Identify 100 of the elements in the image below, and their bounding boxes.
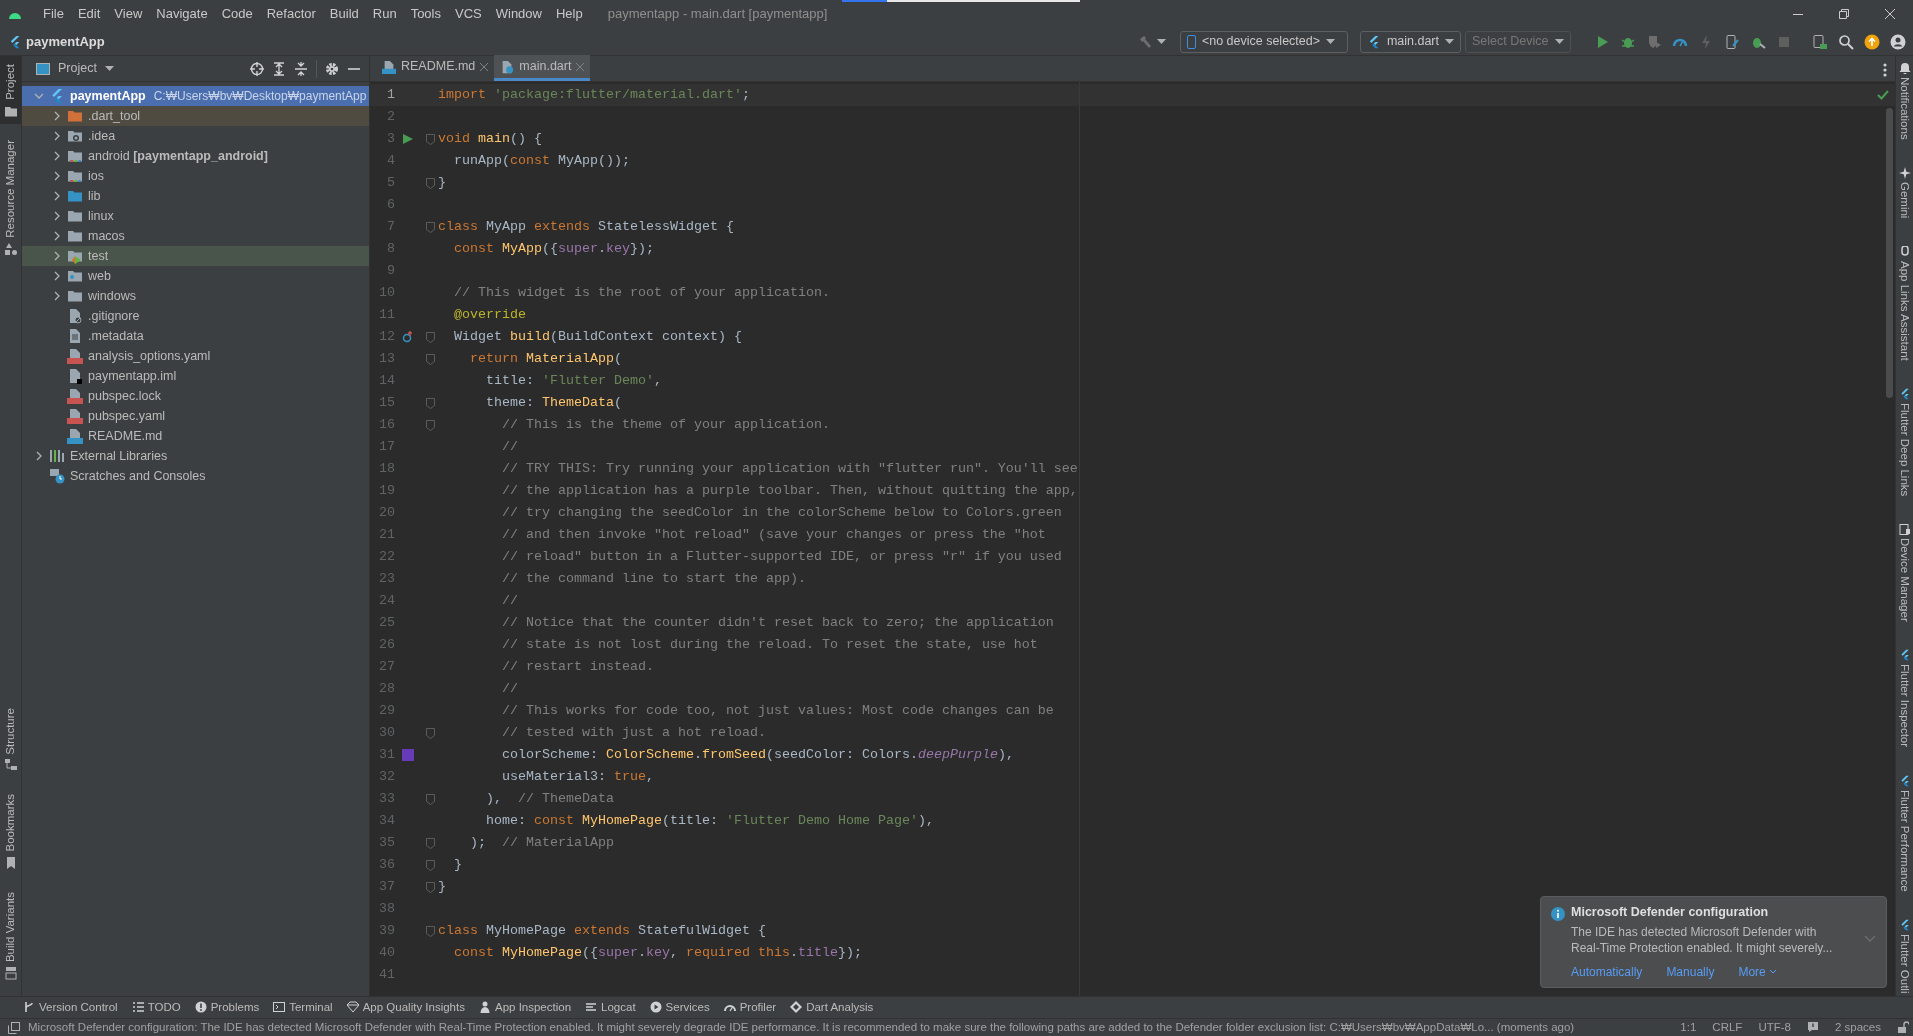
menu-item[interactable]: Run [365, 6, 404, 22]
tool-window-tab[interactable]: Notifications [1896, 56, 1913, 143]
close-icon[interactable] [576, 62, 585, 71]
tool-window-tab[interactable]: Structure [0, 701, 21, 779]
fold-icon[interactable] [426, 133, 435, 145]
tree-item[interactable]: paymentapp.iml [22, 366, 369, 386]
notification-link[interactable]: Manually [1666, 964, 1715, 979]
tool-window-tab[interactable]: Project [0, 56, 21, 124]
fold-icon[interactable] [426, 925, 435, 937]
status-message[interactable]: Microsoft Defender configuration: The IDE has detected Microsoft Defender with Real-Time Protection enabled. It might severely degrade IDE performance. It is recommended to make sure the following paths are added to the Defender folder exclusion list: C:₩Users₩bv₩AppData₩Lo... (moments ago) [28, 1020, 1665, 1035]
editor-tab[interactable]: README.md [376, 55, 495, 81]
notification-link[interactable]: Automatically [1571, 964, 1643, 979]
fold-icon[interactable] [426, 419, 435, 431]
expand-all-icon[interactable] [272, 61, 286, 76]
device-file-icon[interactable] [1724, 33, 1740, 50]
run-config-dropdown[interactable]: main.dart [1359, 30, 1461, 53]
tool-window-tab[interactable]: Flutter Inspector [1896, 646, 1913, 751]
line-separator[interactable]: CRLF [1712, 1020, 1743, 1035]
caret-position[interactable]: 1:1 [1680, 1020, 1697, 1035]
more-icon[interactable] [1883, 62, 1887, 77]
fold-icon[interactable] [426, 859, 435, 871]
tree-item[interactable]: pubspec.lock [22, 386, 369, 406]
account-icon[interactable] [1890, 33, 1906, 50]
indent-setting[interactable]: 2 spaces [1834, 1020, 1881, 1035]
tree-item[interactable]: README.md [22, 426, 369, 446]
tool-window-button[interactable]: Terminal [266, 1000, 340, 1015]
menu-item[interactable]: File [36, 6, 71, 22]
fold-icon[interactable] [426, 837, 435, 849]
scrollbar[interactable] [1886, 108, 1893, 398]
fold-icon[interactable] [426, 793, 435, 805]
tool-window-button[interactable]: Version Control [16, 1000, 125, 1015]
tree-item[interactable]: lib [22, 186, 369, 206]
tree-item[interactable]: linux [22, 206, 369, 226]
tool-window-tab[interactable]: Flutter Deep Links [1896, 384, 1913, 499]
tool-window-tab[interactable]: Flutter Performance [1896, 771, 1913, 895]
tool-window-tab[interactable]: Gemini [1896, 163, 1913, 222]
menu-item[interactable]: VCS [448, 6, 489, 22]
tool-window-button[interactable]: Services [642, 1000, 717, 1015]
menu-item[interactable]: Code [214, 6, 260, 22]
tree-item[interactable]: ios [22, 166, 369, 186]
tool-window-button[interactable]: TODO [124, 1000, 188, 1015]
tree-item[interactable]: test [22, 246, 369, 266]
shield-icon[interactable] [1646, 33, 1662, 50]
tool-window-button[interactable]: Dart Analysis [783, 1000, 881, 1015]
tool-window-tab[interactable]: Bookmarks [0, 788, 21, 876]
override-icon[interactable] [402, 331, 414, 343]
menu-item[interactable]: Navigate [149, 6, 215, 22]
tree-item[interactable]: pubspec.yaml [22, 406, 369, 426]
notification-link[interactable]: More [1738, 964, 1778, 979]
menu-item[interactable]: Tools [403, 6, 448, 22]
fold-icon[interactable] [426, 331, 435, 343]
tool-window-tab[interactable]: App Links Assistant [1896, 242, 1913, 364]
tree-item[interactable]: Scratches and Consoles [22, 466, 369, 486]
device-dropdown[interactable]: <no device selected> [1179, 30, 1348, 53]
tool-window-tab[interactable]: Flutter Outli [1896, 915, 1913, 996]
tree-item[interactable]: .dart_tool [22, 106, 369, 126]
tool-window-button[interactable]: App Inspection [471, 1000, 579, 1015]
tool-window-tab[interactable]: Device Manager [1896, 520, 1913, 625]
inspection-icon[interactable] [1806, 1021, 1819, 1034]
menu-item[interactable]: Window [488, 6, 549, 22]
menu-item[interactable]: View [107, 6, 150, 22]
tree-item[interactable]: windows [22, 286, 369, 306]
tool-window-tab[interactable]: Build Variants [0, 885, 21, 986]
tree-item[interactable]: analysis_options.yaml [22, 346, 369, 366]
menu-item[interactable]: Refactor [259, 6, 323, 22]
tree-item[interactable]: paymentApp C:₩Users₩bv₩Desktop₩paymentApp [22, 86, 369, 106]
fold-icon[interactable] [426, 221, 435, 233]
editor-tab[interactable]: main.dart [494, 55, 591, 81]
view-dropdown[interactable]: Project [30, 60, 120, 77]
fold-icon[interactable] [426, 177, 435, 189]
tree-item[interactable]: web [22, 266, 369, 286]
menu-item[interactable]: Build [322, 6, 366, 22]
file-encoding[interactable]: UTF-8 [1758, 1020, 1791, 1035]
menu-item[interactable]: Edit [70, 6, 108, 22]
tool-window-button[interactable]: Problems [187, 1000, 267, 1015]
tool-window-button[interactable]: Profiler [716, 1000, 784, 1015]
fold-icon[interactable] [426, 727, 435, 739]
fold-icon[interactable] [426, 353, 435, 365]
tool-window-tab[interactable]: Resource Manager [0, 133, 21, 262]
tree-item[interactable]: .idea [22, 126, 369, 146]
tree-item[interactable]: External Libraries [22, 446, 369, 466]
update-icon[interactable] [1864, 33, 1880, 50]
panel-icon[interactable] [8, 1021, 20, 1034]
menu-item[interactable]: Help [548, 6, 590, 22]
search-icon[interactable] [1838, 33, 1854, 50]
color-swatch[interactable] [402, 749, 414, 761]
run-icon[interactable] [402, 133, 414, 145]
lock-icon[interactable] [1897, 1021, 1909, 1034]
tree-item[interactable]: .metadata [22, 326, 369, 346]
locate-icon[interactable] [250, 61, 264, 76]
fold-icon[interactable] [426, 397, 435, 409]
close-icon[interactable] [480, 62, 489, 71]
tool-window-button[interactable]: App Quality Insights [339, 1000, 472, 1015]
fold-icon[interactable] [426, 881, 435, 893]
device-manager-icon[interactable] [1812, 33, 1828, 50]
tree-item[interactable]: .gitignore [22, 306, 369, 326]
tool-window-button[interactable]: Logcat [578, 1000, 643, 1015]
collapse-all-icon[interactable] [294, 61, 308, 76]
tree-item[interactable]: macos [22, 226, 369, 246]
tree-item[interactable]: android [paymentapp_android] [22, 146, 369, 166]
